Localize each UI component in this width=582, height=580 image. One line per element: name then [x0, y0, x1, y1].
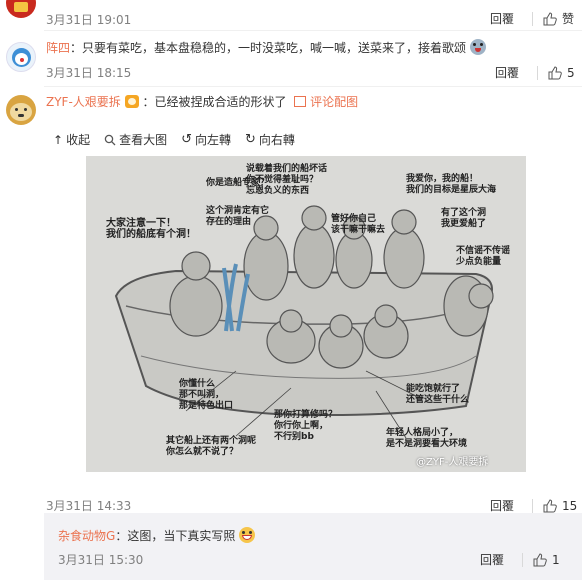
image-caption: 这个洞肯定有它 存在的理由 [206, 206, 270, 227]
image-caption: 能吃饱就行了 还管这些干什么 [406, 384, 470, 405]
image-icon [294, 96, 307, 107]
divider [532, 498, 534, 513]
view-large-button[interactable]: 查看大图 [104, 131, 167, 148]
comment-text: ：已经被捏成合适的形状了 [142, 95, 287, 109]
comment-text: ：这图，当下真实写照 [115, 529, 236, 543]
comment-text-partial [44, 0, 204, 2]
rotate-right-icon: ↻ [245, 132, 256, 147]
like-button[interactable]: 5 [548, 66, 575, 80]
rotate-right-button[interactable]: ↻ 向右轉 [245, 131, 295, 148]
image-caption: 你是造船专家？ [206, 178, 270, 188]
image-caption: 不信谣不传谣 少点负能量 [456, 246, 511, 267]
collapse-icon: ↑ [53, 132, 64, 147]
divider [537, 65, 539, 80]
username-link[interactable]: 阵四 [46, 41, 70, 55]
divider [522, 552, 524, 567]
comment-timestamp: 3月31日 18:15 [46, 66, 132, 80]
thumbs-up-icon [533, 552, 547, 566]
grin-emoji-icon [239, 527, 256, 543]
image-caption: 你懂什么 那不叫洞， 那是特色出口 [179, 379, 234, 411]
comment-timestamp: 3月31日 15:30 [58, 553, 144, 567]
divider [44, 30, 582, 31]
reply-button[interactable]: 回覆 [480, 551, 504, 568]
comment-body: ZYF-人艰要拆 ：已经被捏成合适的形状了 评论配图 [46, 93, 358, 111]
thumbs-up-icon [548, 65, 562, 79]
like-label: 赞 [562, 12, 575, 26]
rotate-left-button[interactable]: ↺ 向左轉 [181, 131, 231, 148]
divider [44, 86, 582, 87]
avatar[interactable] [6, 95, 36, 125]
image-caption: 我爱你，我的船！ 我们的目标是星辰大海 [406, 174, 497, 195]
like-count: 15 [562, 498, 578, 513]
like-button[interactable]: 赞 [543, 10, 574, 27]
username-link[interactable]: ZYF-人艰要拆 [46, 95, 121, 109]
reply-button[interactable]: 回覆 [490, 10, 514, 27]
avatar[interactable] [6, 0, 36, 18]
search-icon [104, 134, 116, 145]
reply-button[interactable]: 回覆 [490, 497, 514, 514]
image-caption: 其它船上还有两个洞呢 你怎么就不说了？ [166, 436, 257, 457]
image-caption: 年轻人格局小了， 是不是洞要看大环境 [386, 428, 468, 449]
divider [532, 11, 534, 26]
sub-comment-box [44, 513, 582, 580]
image-watermark: @ZYF-人艰要拆 [416, 457, 489, 468]
vip-badge-icon [124, 95, 139, 108]
like-count: 1 [552, 552, 560, 567]
reply-button[interactable]: 回覆 [495, 64, 519, 81]
image-toolbar: ↑ 收起 查看大图 ↺ 向左轉 ↻ 向右轉 [53, 131, 295, 148]
comment-body: 阵四：只要有菜吃，基本盘稳稳的，一时没菜吃，喊一喊，送菜来了，接着歌颂 [46, 39, 486, 57]
collapse-button[interactable]: ↑ 收起 [53, 131, 90, 148]
comment-timestamp: 3月31日 14:33 [46, 499, 132, 513]
thumbs-up-icon [543, 11, 557, 25]
sub-comment-body: 杂食动物G：这图，当下真实写照 [58, 527, 256, 545]
like-count: 5 [567, 65, 575, 80]
comment-image[interactable]: 说载着我们的船坏话 你不觉得羞耻吗？ 忘恩负义的东西 你是造船专家？ 我爱你，我的船… [86, 156, 526, 472]
emoji-face-icon [469, 39, 486, 55]
image-caption: 大家注意一下！ 我们的船底有个洞！ [106, 218, 196, 240]
avatar[interactable] [6, 42, 36, 72]
image-caption: 管好你自己 该干嘛干嘛去 [331, 214, 386, 235]
comment-timestamp: 3月31日 19:01 [46, 13, 132, 27]
like-button[interactable]: 15 [543, 499, 577, 513]
comment-text: ：只要有菜吃，基本盘稳稳的，一时没菜吃，喊一喊，送菜来了，接着歌颂 [70, 41, 467, 55]
image-caption: 那你打算修吗？ 你行你上啊， 不行别bb [274, 410, 338, 442]
image-caption: 有了这个洞 我更爱船了 [441, 208, 487, 229]
thumbs-up-icon [543, 498, 557, 512]
rotate-left-icon: ↺ [181, 132, 192, 147]
image-link[interactable]: 评论配图 [310, 95, 358, 109]
like-button[interactable]: 1 [533, 553, 560, 567]
username-link[interactable]: 杂食动物G [58, 529, 115, 543]
